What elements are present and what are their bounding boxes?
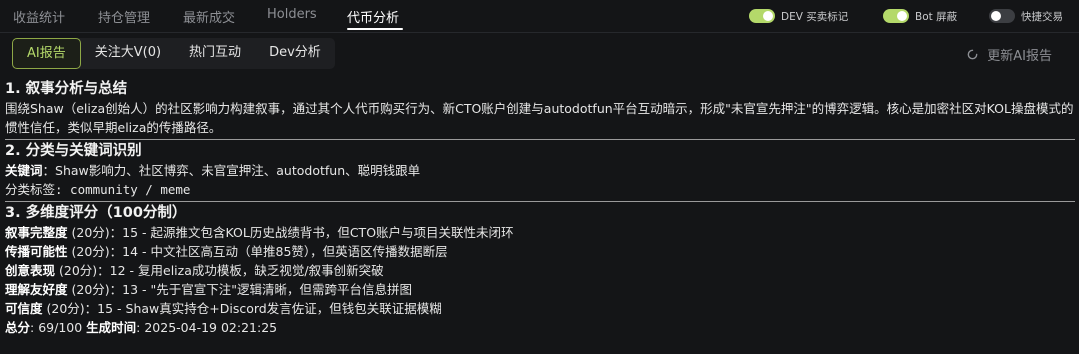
- score-label: 创意表现: [5, 263, 56, 278]
- score-label: 叙事完整度: [5, 225, 68, 240]
- ai-report-content: 1. 叙事分析与总结 围绕Shaw（eliza创始人）的社区影响力构建叙事，通过…: [5, 80, 1075, 337]
- bot-block-toggle[interactable]: Bot 屏蔽: [883, 9, 957, 23]
- total-label: 总分: [5, 320, 31, 335]
- tab-holders[interactable]: Holders: [267, 7, 317, 22]
- section-title: 3. 多维度评分（100分制）: [5, 205, 187, 221]
- score-detail: (20分)：15 - Shaw真实持仓+Discord发言佐证，但钱包关联证据模…: [42, 301, 442, 316]
- tab-positions[interactable]: 持仓管理: [98, 7, 150, 26]
- tab-profit-stats[interactable]: 收益统计: [13, 7, 65, 26]
- score-detail: (20分)：14 - 中文社区高互动（单推85赞），但英语区传播数据断层: [67, 244, 448, 259]
- narrative-summary: 围绕Shaw（eliza创始人）的社区影响力构建叙事，通过其个人代币购买行为、新…: [5, 101, 1074, 135]
- active-tab-indicator: [347, 28, 403, 30]
- score-row: 叙事完整度 (20分)：15 - 起源推文包含KOL历史战绩背书，但CTO账户与…: [5, 223, 1075, 242]
- section-title: 2. 分类与关键词识别: [5, 143, 142, 159]
- toggle-label: Bot 屏蔽: [915, 10, 958, 23]
- score-row: 创意表现 (20分)：12 - 复用eliza成功模板，缺乏视觉/叙事创新突破: [5, 261, 1075, 280]
- refresh-label: 更新AI报告: [987, 49, 1052, 64]
- toggle-switch[interactable]: [749, 9, 775, 23]
- score-row: 理解友好度 (20分)：13 - "先于官宣下注"逻辑清晰，但需跨平台信息拼图: [5, 280, 1075, 299]
- keywords-line: 关键词：Shaw影响力、社区博弈、未官宣押注、autodotfun、聪明钱跟单: [5, 161, 1075, 180]
- dev-trade-mark-toggle[interactable]: DEV 买卖标记: [749, 9, 848, 23]
- refresh-icon: [967, 49, 978, 60]
- total-value: : 69/100: [30, 320, 87, 335]
- top-nav: 收益统计 持仓管理 最新成交 Holders 代币分析 DEV 买卖标记 Bot…: [0, 0, 1079, 32]
- quick-trade-toggle[interactable]: 快捷交易: [989, 9, 1063, 23]
- score-label: 可信度: [5, 301, 43, 316]
- toggle-switch[interactable]: [883, 9, 909, 23]
- keywords-text: ：Shaw影响力、社区博弈、未官宣押注、autodotfun、聪明钱跟单: [42, 163, 421, 178]
- score-row: 可信度 (20分)：15 - Shaw真实持仓+Discord发言佐证，但钱包关…: [5, 299, 1075, 318]
- refresh-ai-report-button[interactable]: 更新AI报告: [966, 45, 1052, 64]
- score-detail: (20分)：12 - 复用eliza成功模板，缺乏视觉/叙事创新突破: [55, 263, 384, 278]
- subtab-hot-interactions[interactable]: 热门互动: [175, 38, 255, 69]
- score-label: 传播可能性: [5, 244, 68, 259]
- toggle-label: DEV 买卖标记: [781, 10, 849, 23]
- subtab-dev-analysis[interactable]: Dev分析: [255, 38, 335, 69]
- keywords-label: 关键词: [5, 163, 43, 178]
- section-title: 1. 叙事分析与总结: [5, 81, 128, 97]
- score-row: 传播可能性 (20分)：14 - 中文社区高互动（单推85赞），但英语区传播数据…: [5, 242, 1075, 261]
- subtab-ai-report[interactable]: AI报告: [12, 38, 81, 69]
- divider: [5, 201, 1075, 202]
- toggle-switch[interactable]: [989, 9, 1015, 23]
- score-label: 理解友好度: [5, 282, 68, 297]
- category-tags: 分类标签: community / meme: [5, 182, 191, 197]
- generated-time-value: : 2025-04-19 02:21:25: [136, 320, 278, 335]
- tab-latest-trades[interactable]: 最新成交: [183, 7, 235, 26]
- generated-time-label: 生成时间: [86, 320, 137, 335]
- total-score-line: 总分: 69/100 生成时间: 2025-04-19 02:21:25: [5, 318, 1075, 337]
- score-detail: (20分)：15 - 起源推文包含KOL历史战绩背书，但CTO账户与项目关联性未…: [67, 225, 514, 240]
- tab-token-analysis[interactable]: 代币分析: [347, 7, 399, 26]
- subtab-followed-kols[interactable]: 关注大V(0): [81, 38, 175, 69]
- divider: [0, 32, 1079, 33]
- divider: [5, 139, 1075, 140]
- score-detail: (20分)：13 - "先于官宣下注"逻辑清晰，但需跨平台信息拼图: [67, 282, 413, 297]
- sub-tabs: AI报告 关注大V(0) 热门互动 Dev分析: [12, 38, 335, 69]
- toggle-label: 快捷交易: [1021, 10, 1063, 23]
